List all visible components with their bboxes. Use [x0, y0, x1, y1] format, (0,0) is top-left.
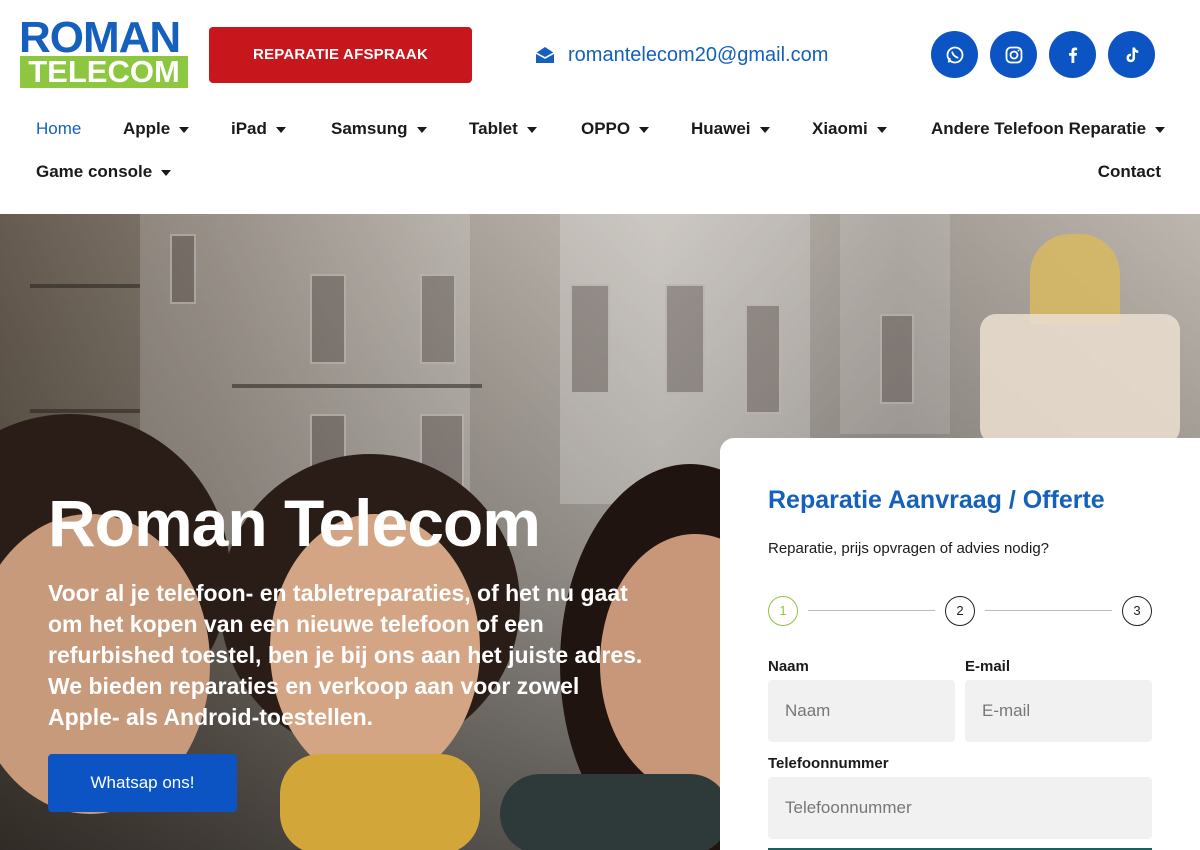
- name-label: Naam: [768, 658, 809, 675]
- repair-appointment-button[interactable]: REPARATIE AFSPRAAK: [209, 27, 472, 83]
- envelope-icon: [535, 47, 555, 63]
- step-connector: [808, 610, 935, 611]
- nav-label: Game console: [36, 162, 153, 181]
- hero-title: Roman Telecom: [48, 486, 541, 560]
- nav-label: Samsung: [331, 119, 408, 138]
- instagram-icon: [1005, 46, 1022, 63]
- caret-down-icon: [416, 127, 427, 133]
- form-step-2: 2: [945, 596, 975, 626]
- hero-description: Voor al je telefoon- en tabletreparaties…: [48, 580, 643, 730]
- email-label: E-mail: [965, 658, 1011, 675]
- form-title: Reparatie Aanvraag / Offerte: [768, 486, 1105, 514]
- caret-down-icon: [639, 127, 650, 133]
- whatsapp-us-button[interactable]: Whatsap ons!: [48, 754, 237, 812]
- nav-label: Home: [36, 119, 82, 138]
- instagram-button[interactable]: [990, 31, 1037, 78]
- email-address: romantelecom20@gmail.com: [568, 43, 829, 66]
- nav-label: Huawei: [691, 119, 751, 138]
- nav-oppo[interactable]: OPPO: [581, 117, 650, 141]
- whatsapp-icon: [946, 46, 963, 63]
- logo-text-telecom: TELECOM: [20, 56, 188, 88]
- caret-down-icon: [526, 127, 537, 133]
- phone-label: Telefoonnummer: [768, 755, 889, 772]
- nav-huawei[interactable]: Huawei: [691, 117, 770, 141]
- email-link[interactable]: romantelecom20@gmail.com: [535, 40, 828, 70]
- caret-down-icon: [275, 127, 286, 133]
- social-links: [931, 31, 1155, 78]
- whatsapp-button[interactable]: [931, 31, 978, 78]
- nav-label: Andere Telefoon Reparatie: [931, 119, 1147, 138]
- tiktok-icon: [1126, 47, 1138, 62]
- step-connector: [985, 610, 1112, 611]
- nav-label: OPPO: [581, 119, 631, 138]
- nav-label: Xiaomi: [812, 119, 868, 138]
- nav-contact[interactable]: Contact: [1098, 160, 1161, 184]
- nav-game-console[interactable]: Game console: [36, 160, 172, 184]
- nav-home[interactable]: Home: [36, 117, 81, 141]
- nav-tablet[interactable]: Tablet: [469, 117, 537, 141]
- form-step-1: 1: [768, 596, 798, 626]
- caret-down-icon: [1155, 127, 1166, 133]
- name-input[interactable]: [768, 680, 955, 742]
- site-header: ROMAN TELECOM REPARATIE AFSPRAAK romante…: [0, 0, 1200, 214]
- repair-request-form: Reparatie Aanvraag / Offerte Reparatie, …: [720, 438, 1200, 850]
- form-subtitle: Reparatie, prijs opvragen of advies nodi…: [768, 540, 1050, 557]
- facebook-button[interactable]: [1049, 31, 1096, 78]
- phone-input[interactable]: [768, 777, 1152, 839]
- roman-telecom-logo[interactable]: ROMAN TELECOM: [19, 13, 191, 90]
- nav-label: Tablet: [469, 119, 518, 138]
- nav-label: Apple: [123, 119, 171, 138]
- nav-samsung[interactable]: Samsung: [331, 117, 427, 141]
- tiktok-button[interactable]: [1108, 31, 1155, 78]
- caret-down-icon: [876, 127, 887, 133]
- caret-down-icon: [759, 127, 770, 133]
- nav-label: Contact: [1097, 162, 1161, 181]
- nav-apple[interactable]: Apple: [123, 117, 190, 141]
- nav-other-phone-repair[interactable]: Andere Telefoon Reparatie: [931, 117, 1166, 141]
- nav-ipad[interactable]: iPad: [231, 117, 286, 141]
- nav-label: iPad: [231, 119, 267, 138]
- logo-text-roman: ROMAN: [19, 13, 181, 62]
- email-input[interactable]: [965, 680, 1152, 742]
- caret-down-icon: [161, 170, 172, 176]
- caret-down-icon: [179, 127, 190, 133]
- nav-xiaomi[interactable]: Xiaomi: [812, 117, 887, 141]
- form-step-3: 3: [1122, 596, 1152, 626]
- facebook-icon: [1068, 47, 1077, 63]
